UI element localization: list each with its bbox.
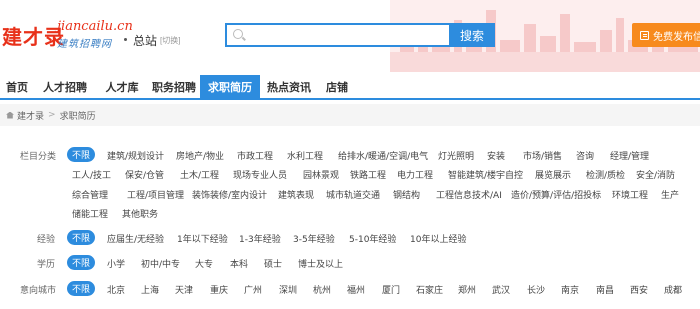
filter-chip[interactable]: 深圳 bbox=[279, 283, 297, 296]
filter-chip[interactable]: 博士及以上 bbox=[298, 257, 343, 270]
filter-label-experience: 经验 bbox=[37, 235, 56, 245]
filter-chip[interactable]: 重庆 bbox=[210, 283, 228, 296]
nav-item-home[interactable]: 首页 bbox=[0, 75, 34, 98]
nav-item-talent[interactable]: 人才库 bbox=[96, 75, 148, 98]
filter-chip[interactable]: 展览展示 bbox=[535, 168, 571, 181]
filter-chip[interactable]: 造价/预算/评估/招投标 bbox=[511, 188, 601, 201]
filter-chip[interactable]: 城市轨道交通 bbox=[326, 188, 380, 201]
filter-chip[interactable]: 市场/销售 bbox=[523, 149, 562, 162]
filter-chip[interactable]: 灯光照明 bbox=[438, 149, 474, 162]
filter-chip[interactable]: 土木/工程 bbox=[180, 168, 219, 181]
filter-chip[interactable]: 工人/技工 bbox=[72, 168, 111, 181]
filter-chip[interactable]: 初中/中专 bbox=[141, 257, 180, 270]
edit-icon bbox=[640, 30, 649, 40]
filter-chip[interactable]: 不限 bbox=[67, 281, 96, 296]
filter-chip[interactable]: 环境工程 bbox=[612, 188, 648, 201]
header: 建才录 jiancailu.cn 建筑招聘网 总站 [切换] 搜索 免费发布信 bbox=[0, 0, 700, 72]
filter-chip[interactable]: 广州 bbox=[244, 283, 262, 296]
filter-chip[interactable]: 保安/仓管 bbox=[125, 168, 164, 181]
filter-chip[interactable]: 安全/消防 bbox=[636, 168, 675, 181]
nav-item-jobs[interactable]: 人才招聘 bbox=[34, 75, 96, 98]
breadcrumb-home[interactable]: 建才录 bbox=[17, 109, 44, 122]
filter-label-category: 栏目分类 bbox=[20, 152, 57, 162]
filter-chip[interactable]: 检测/质检 bbox=[586, 168, 625, 181]
filter-chip[interactable]: 郑州 bbox=[458, 283, 476, 296]
filter-chip[interactable]: 建筑/规划设计 bbox=[107, 149, 164, 162]
filter-chip[interactable]: 长沙 bbox=[527, 283, 545, 296]
filter-chip[interactable]: 杭州 bbox=[313, 283, 331, 296]
search-input[interactable] bbox=[249, 25, 459, 45]
search-icon bbox=[233, 29, 243, 39]
search-button[interactable]: 搜索 bbox=[449, 23, 495, 47]
filter-chip[interactable]: 南昌 bbox=[596, 283, 614, 296]
breadcrumb-current: 求职简历 bbox=[59, 111, 96, 122]
filter-chip[interactable]: 水利工程 bbox=[287, 149, 323, 162]
filter-chip[interactable]: 硕士 bbox=[264, 257, 282, 270]
nav-item-news[interactable]: 热点资讯 bbox=[260, 75, 318, 98]
filter-chip[interactable]: 现场专业人员 bbox=[233, 168, 287, 181]
filter-chip[interactable]: 3-5年经验 bbox=[293, 232, 335, 245]
filter-chip[interactable]: 给排水/暖通/空调/电气 bbox=[338, 149, 428, 162]
logo-domain: jiancailu.cn bbox=[57, 19, 133, 34]
filter-chip[interactable]: 建筑表现 bbox=[278, 188, 314, 201]
home-icon bbox=[6, 111, 14, 119]
filter-chip[interactable]: 大专 bbox=[195, 257, 213, 270]
post-free-button[interactable]: 免费发布信 bbox=[632, 23, 700, 47]
logo-subtitle: 建筑招聘网 bbox=[57, 39, 112, 50]
filter-chip[interactable]: 房地产/物业 bbox=[176, 149, 224, 162]
filter-chip[interactable]: 不限 bbox=[67, 230, 96, 245]
filter-chip[interactable]: 小学 bbox=[107, 257, 125, 270]
filter-chip[interactable]: 西安 bbox=[630, 283, 648, 296]
filter-chip[interactable]: 装饰装修/室内设计 bbox=[192, 188, 267, 201]
filter-chip[interactable]: 成都 bbox=[664, 283, 682, 296]
filter-chip[interactable]: 经理/管理 bbox=[610, 149, 649, 162]
filter-chip[interactable]: 工程/项目管理 bbox=[127, 188, 184, 201]
filter-chip[interactable]: 安装 bbox=[487, 149, 505, 162]
filter-chip[interactable]: 福州 bbox=[347, 283, 365, 296]
filter-chip[interactable]: 本科 bbox=[230, 257, 248, 270]
filter-chip[interactable]: 厦门 bbox=[382, 283, 400, 296]
filter-chip[interactable]: 10年以上经验 bbox=[410, 232, 466, 245]
filter-chip[interactable]: 天津 bbox=[175, 283, 193, 296]
filter-chip[interactable]: 铁路工程 bbox=[350, 168, 386, 181]
filter-chip[interactable]: 其他职务 bbox=[122, 207, 158, 220]
filter-chip[interactable]: 咨询 bbox=[576, 149, 594, 162]
filter-chip[interactable]: 石家庄 bbox=[416, 283, 443, 296]
site-dot bbox=[124, 38, 127, 41]
filter-chip[interactable]: 应届生/无经验 bbox=[107, 232, 164, 245]
filter-chip[interactable]: 综合管理 bbox=[72, 188, 108, 201]
filter-chip[interactable]: 上海 bbox=[141, 283, 159, 296]
filter-chip[interactable]: 生产 bbox=[661, 188, 679, 201]
filter-chip[interactable]: 1-3年经验 bbox=[239, 232, 281, 245]
main-nav: 首页 人才招聘 人才库 职务招聘 求职简历 热点资讯 店铺 bbox=[0, 75, 700, 100]
filter-chip[interactable]: 南京 bbox=[561, 283, 579, 296]
filter-chip[interactable]: 电力工程 bbox=[397, 168, 433, 181]
filter-chip[interactable]: 5-10年经验 bbox=[349, 232, 396, 245]
breadcrumb: 建才录 > 求职简历 bbox=[0, 104, 700, 126]
nav-item-resumes[interactable]: 求职简历 bbox=[200, 75, 260, 98]
filter-chip[interactable]: 1年以下经验 bbox=[177, 232, 228, 245]
site-switch-link[interactable]: [切换] bbox=[160, 35, 180, 46]
nav-item-positions[interactable]: 职务招聘 bbox=[148, 75, 200, 98]
filter-chip[interactable]: 不限 bbox=[67, 147, 96, 162]
filter-chip[interactable]: 北京 bbox=[107, 283, 125, 296]
filter-chip[interactable]: 不限 bbox=[67, 255, 96, 270]
filter-chip[interactable]: 武汉 bbox=[492, 283, 510, 296]
breadcrumb-separator: > bbox=[48, 110, 56, 120]
filter-chip[interactable]: 市政工程 bbox=[237, 149, 273, 162]
nav-item-shop[interactable]: 店铺 bbox=[318, 75, 356, 98]
filter-chip[interactable]: 智能建筑/楼宇自控 bbox=[448, 168, 523, 181]
site-name: 总站 bbox=[133, 34, 158, 48]
filter-chip[interactable]: 储能工程 bbox=[72, 207, 108, 220]
search-box: 搜索 bbox=[225, 23, 495, 47]
logo-main[interactable]: 建才录 bbox=[2, 21, 65, 50]
filter-chip[interactable]: 园林景观 bbox=[303, 168, 339, 181]
filter-label-education: 学历 bbox=[37, 260, 56, 270]
filter-chip[interactable]: 工程信息技术/AI bbox=[436, 188, 502, 201]
filter-label-city: 意向城市 bbox=[20, 286, 57, 296]
filter-chip[interactable]: 钢结构 bbox=[393, 188, 420, 201]
post-free-label: 免费发布信 bbox=[653, 31, 700, 43]
